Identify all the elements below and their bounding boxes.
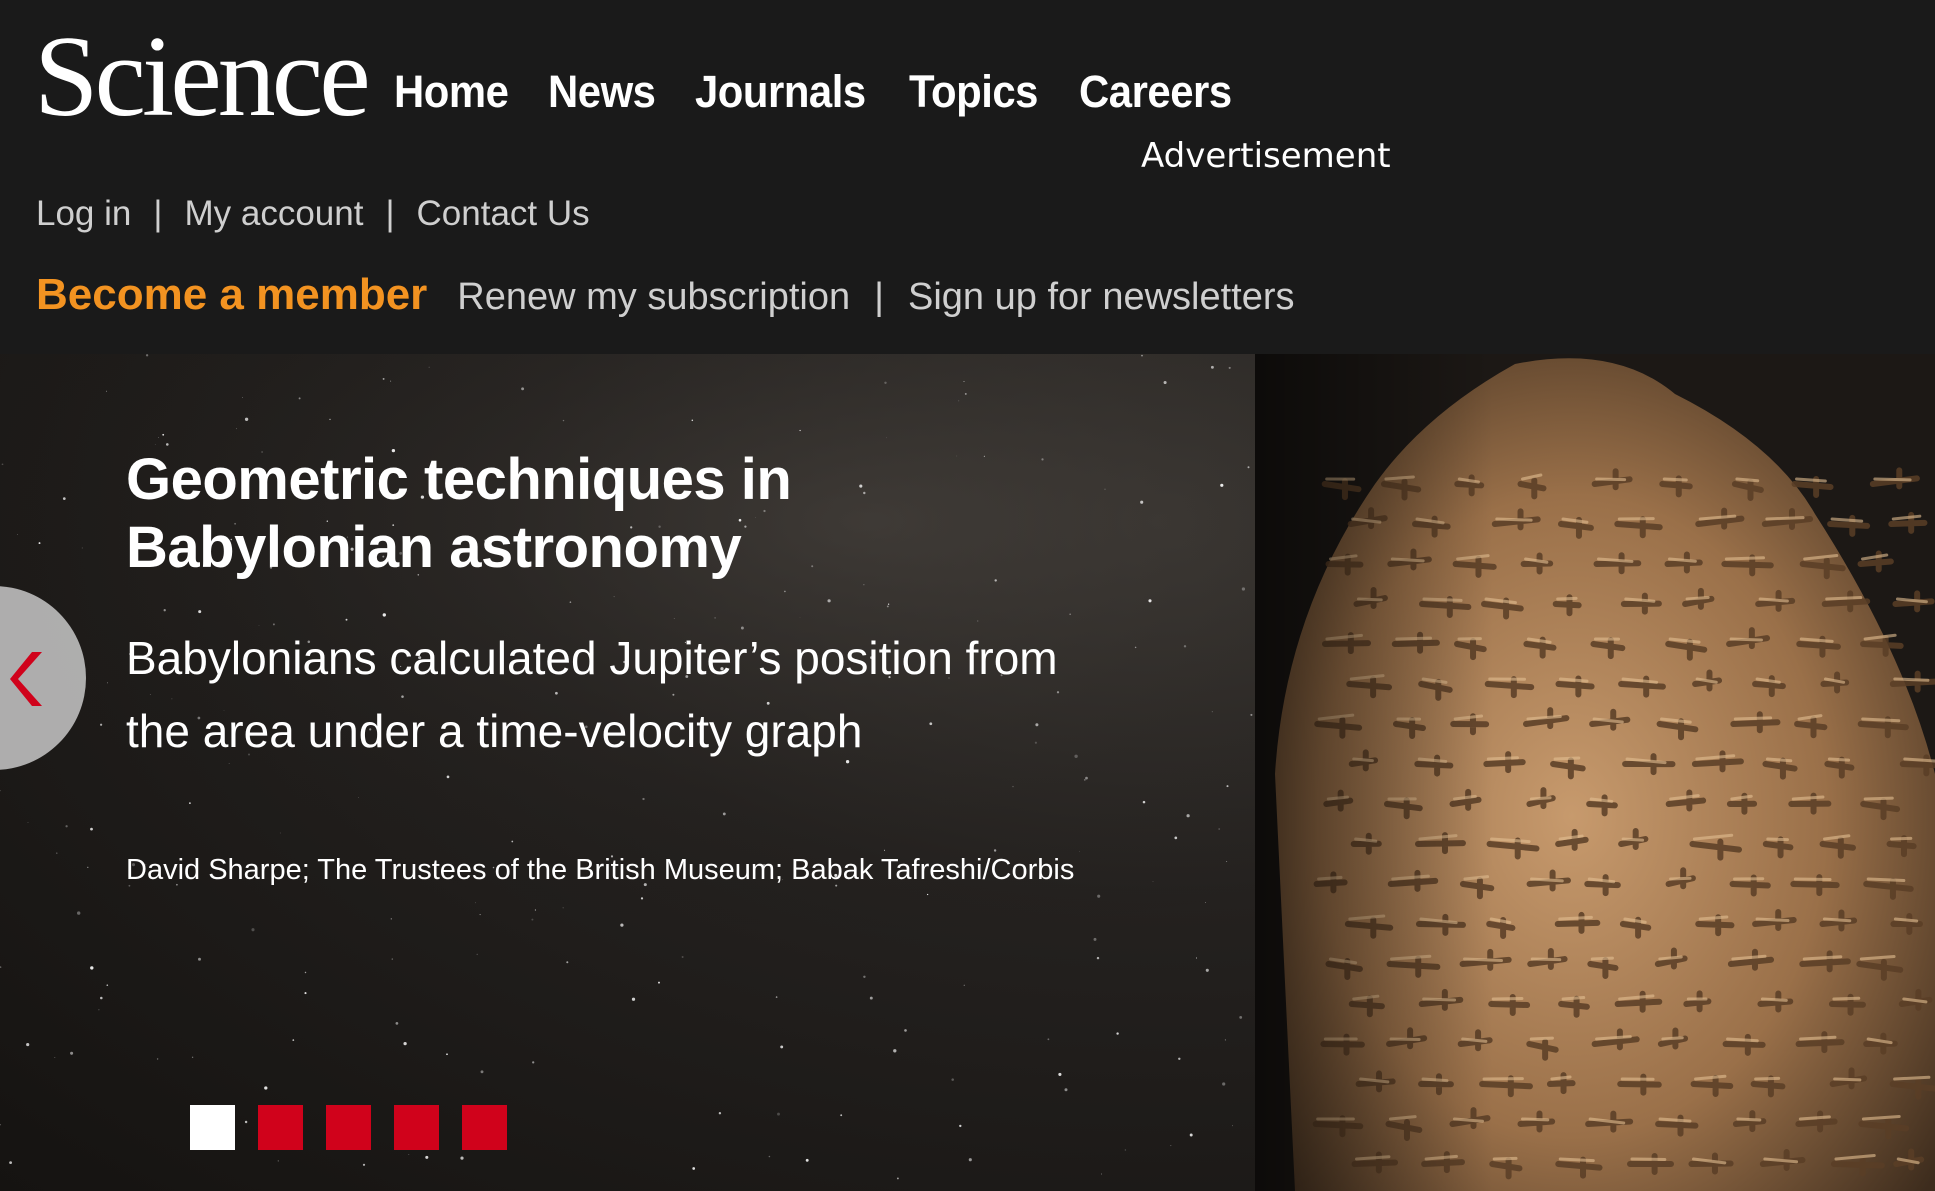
image-credit: David Sharpe; The Trustees of the Britis… [126, 854, 1075, 886]
chevron-left-icon [10, 652, 42, 706]
hero-carousel: Geometric techniques in Babylonian astro… [0, 354, 1935, 1191]
utility-nav: Log in | My account | Contact Us [36, 194, 590, 234]
nav-home-link[interactable]: Home [394, 66, 509, 118]
slide-indicator-5[interactable] [462, 1105, 507, 1150]
nav-journals-link[interactable]: Journals [695, 66, 866, 118]
advertisement-label: Advertisement [1141, 136, 1391, 176]
hero-title[interactable]: Geometric techniques in Babylonian astro… [126, 446, 886, 582]
science-logo[interactable]: Science [34, 8, 371, 147]
nav-news-link[interactable]: News [548, 66, 656, 118]
slide-indicator-1[interactable] [190, 1105, 235, 1150]
nav-topics-link[interactable]: Topics [909, 66, 1038, 118]
newsletter-signup-link[interactable]: Sign up for newsletters [908, 276, 1295, 319]
nav-careers-link[interactable]: Careers [1079, 66, 1232, 118]
nav-separator: | [874, 276, 884, 318]
nav-separator: | [385, 194, 395, 233]
hero-description: Babylonians calculated Jupiter’s positio… [126, 632, 1058, 757]
my-account-link[interactable]: My account [184, 194, 363, 234]
contact-us-link[interactable]: Contact Us [417, 194, 590, 234]
slide-indicator-2[interactable] [258, 1105, 303, 1150]
membership-nav: Become a member Renew my subscription | … [36, 270, 1295, 320]
cuneiform-tablet-image [1255, 354, 1935, 1191]
main-nav: Home News Journals Topics Careers [394, 66, 1243, 118]
slide-indicator-3[interactable] [326, 1105, 371, 1150]
renew-subscription-link[interactable]: Renew my subscription [457, 276, 850, 319]
slide-indicator-4[interactable] [394, 1105, 439, 1150]
login-link[interactable]: Log in [36, 194, 131, 234]
nav-separator: | [153, 194, 163, 233]
carousel-indicators [190, 1105, 507, 1150]
become-member-link[interactable]: Become a member [36, 270, 427, 320]
site-header: Science Home News Journals Topics Career… [0, 0, 1935, 354]
